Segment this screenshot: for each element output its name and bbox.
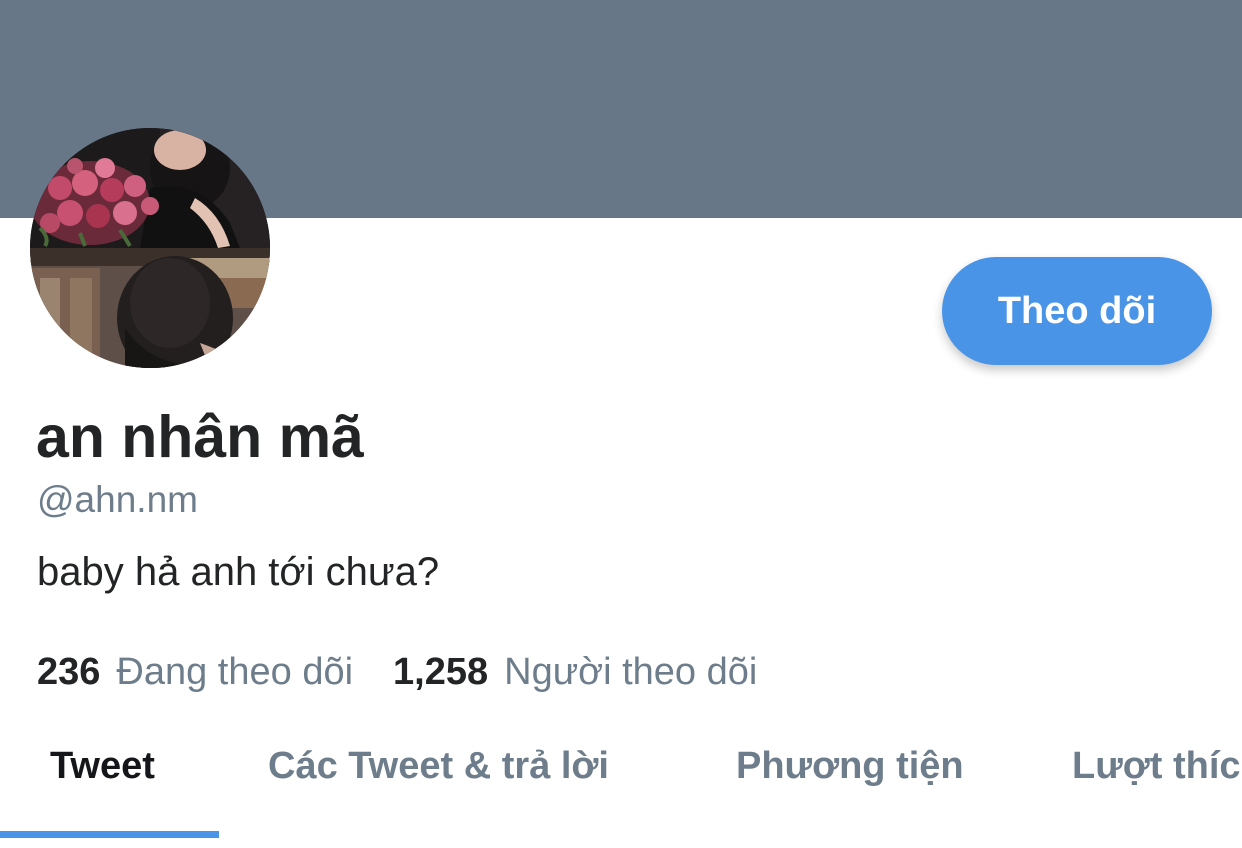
profile-stats: 236 Đang theo dõi 1,258 Người theo dõi [37, 648, 757, 696]
followers-label: Người theo dõi [504, 651, 758, 693]
followers-count: 1,258 [393, 651, 489, 693]
following-stat[interactable]: 236 Đang theo dõi [37, 648, 353, 696]
tab-likes[interactable]: Lượt thích [1072, 742, 1242, 790]
tab-tweets-replies[interactable]: Các Tweet & trả lời [268, 742, 609, 790]
profile-tabs: Tweet Các Tweet & trả lời Phương tiện Lư… [0, 720, 1242, 848]
display-name: an nhân mã [36, 404, 364, 470]
avatar-photo [30, 128, 270, 368]
profile-bio: baby hả anh tới chưa? [37, 550, 440, 594]
active-tab-indicator [0, 831, 219, 838]
tab-tweets[interactable]: Tweet [50, 742, 155, 790]
followers-stat[interactable]: 1,258 Người theo dõi [393, 648, 757, 696]
follow-button[interactable]: Theo dõi [942, 257, 1212, 365]
avatar[interactable] [30, 128, 270, 368]
tab-media[interactable]: Phương tiện [736, 742, 964, 790]
following-count: 236 [37, 651, 101, 693]
profile-page: Theo dõi an nhân mã @ahn.nm baby hả anh … [0, 0, 1242, 848]
user-handle: @ahn.nm [37, 479, 198, 520]
following-label: Đang theo dõi [116, 651, 354, 693]
